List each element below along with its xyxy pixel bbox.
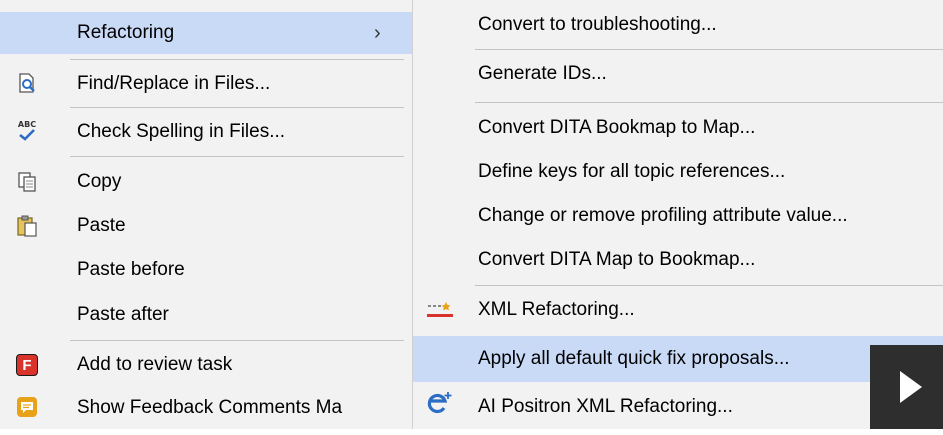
menu-separator [475,102,943,103]
menu-item-label: AI Positron XML Refactoring... [478,395,733,417]
refactoring-submenu: Convert to troubleshooting... Generate I… [412,0,943,429]
menu-item-label: Show Feedback Comments Ma [77,396,343,418]
menu-item-paste-after[interactable]: Paste after [0,293,412,337]
menu-item-check-spelling[interactable]: ABC Check Spelling in Files... [0,110,412,154]
menu-item-define-keys[interactable]: Define keys for all topic references... [413,150,943,194]
spell-check-icon-text: ABC [17,119,37,129]
review-task-icon-letter: F [16,354,38,376]
menu-item-label: Check Spelling in Files... [77,121,286,142]
menu-item-label: Convert DITA Map to Bookmap... [478,249,756,270]
menu-item-refactoring[interactable]: Refactoring › [0,12,412,54]
menu-item-xml-refactoring[interactable]: XML Refactoring... [413,288,943,332]
video-play-button[interactable] [870,345,943,429]
menu-item-convert-troubleshooting[interactable]: Convert to troubleshooting... [413,6,943,46]
menu-separator [70,59,404,60]
menu-item-profiling-attribute[interactable]: Change or remove profiling attribute val… [413,194,943,238]
menu-item-label: Add to review task [77,354,233,375]
menu-item-label: Copy [77,171,122,192]
paste-icon [15,214,39,238]
review-task-icon: F [15,353,39,377]
menu-item-label: XML Refactoring... [478,299,635,320]
menu-item-label: Change or remove profiling attribute val… [478,205,848,226]
spell-check-icon: ABC [15,118,39,142]
menu-separator [70,340,404,341]
context-menu: Refactoring › Find/Replace in Files... A… [0,0,413,429]
menu-item-generate-ids[interactable]: Generate IDs... [413,52,943,96]
copy-icon [15,170,39,194]
menu-item-paste-before[interactable]: Paste before [0,248,412,292]
feedback-comments-icon [15,395,39,419]
menu-item-convert-bookmap-to-map[interactable]: Convert DITA Bookmap to Map... [413,106,943,150]
menu-item-label: Paste [77,215,126,236]
menu-item-label: Apply all default quick fix proposals... [478,348,790,369]
xml-refactoring-icon [423,298,457,322]
menu-item-label: Paste after [77,304,169,325]
menu-separator [70,156,404,157]
menu-item-label: Define keys for all topic references... [478,161,786,182]
menu-item-label: Refactoring [77,22,175,43]
menu-item-paste[interactable]: Paste [0,204,412,248]
menu-separator [70,107,404,108]
menu-item-add-review-task[interactable]: F Add to review task [0,344,412,386]
menu-item-ai-positron-refactoring[interactable]: AI Positron XML Refactoring... [413,384,943,429]
menu-item-apply-quick-fixes[interactable]: Apply all default quick fix proposals... [413,336,943,382]
find-replace-icon [15,71,39,95]
menu-item-label: Generate IDs... [478,63,607,84]
menu-item-feedback-comments[interactable]: Show Feedback Comments Ma [0,386,412,429]
play-icon [900,371,922,403]
ai-positron-icon [423,392,457,416]
menu-item-convert-map-to-bookmap[interactable]: Convert DITA Map to Bookmap... [413,238,943,282]
submenu-arrow-icon: › [374,21,381,44]
menu-item-label: Paste before [77,259,185,280]
menu-item-label: Convert DITA Bookmap to Map... [478,117,756,138]
menu-item-copy[interactable]: Copy [0,160,412,204]
menu-separator [475,285,943,286]
menu-item-label: Find/Replace in Files... [77,73,271,94]
menu-item-label: Convert to troubleshooting... [478,14,717,35]
menu-separator [475,49,943,50]
menu-item-find-replace[interactable]: Find/Replace in Files... [0,62,412,106]
